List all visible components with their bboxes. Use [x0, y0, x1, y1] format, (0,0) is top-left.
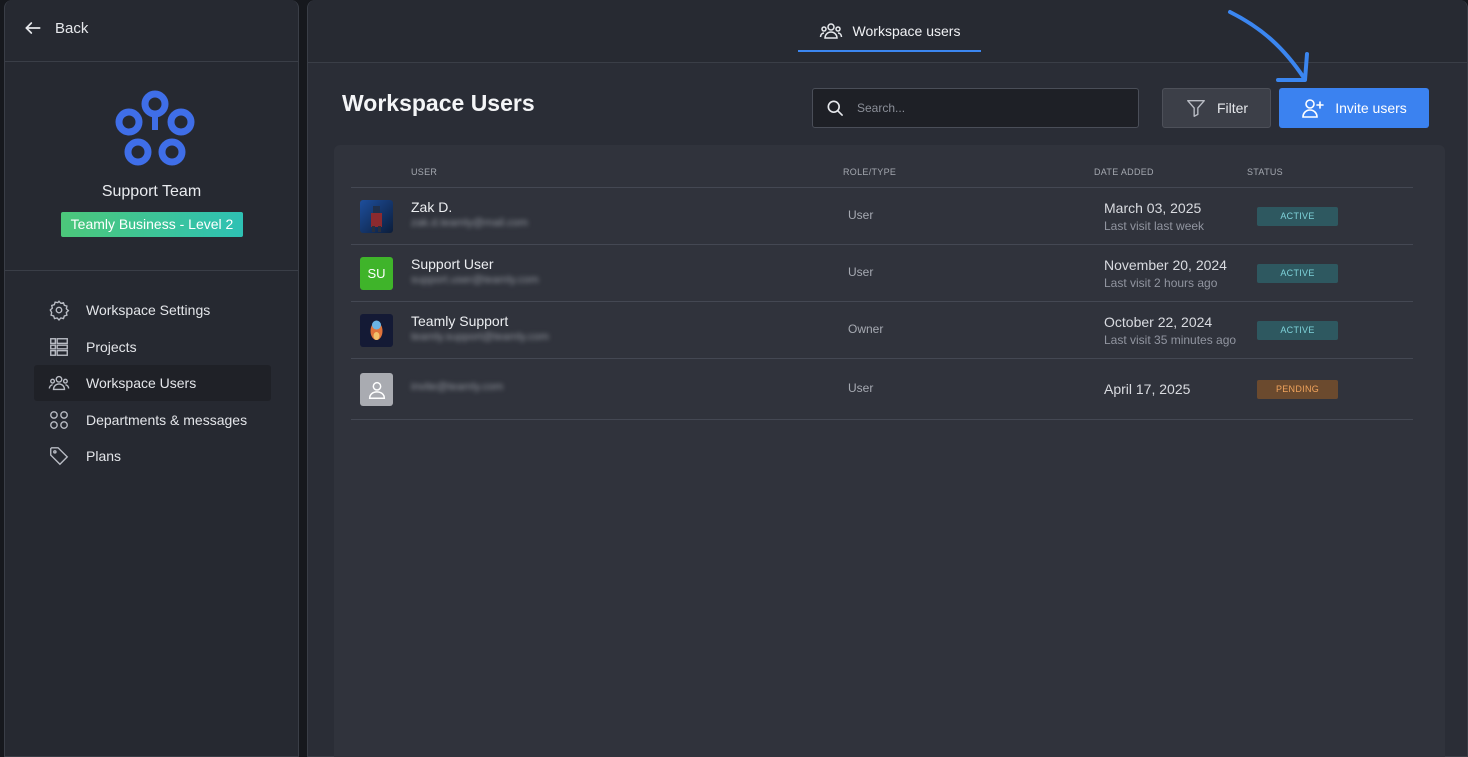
back-label: Back: [55, 19, 89, 37]
column-header-user[interactable]: USER: [411, 167, 437, 177]
last-visit: Last visit 2 hours ago: [1104, 276, 1218, 290]
divider: [5, 270, 298, 271]
user-role: User: [848, 265, 874, 279]
tab-label: Workspace users: [852, 23, 961, 39]
avatar-initials: SU: [367, 266, 386, 281]
back-button[interactable]: Back: [23, 18, 88, 38]
main-panel: Workspace users Workspace Users Filter I…: [307, 0, 1468, 757]
page-title: Workspace Users: [342, 90, 535, 116]
status-badge: PENDING: [1257, 380, 1338, 399]
status-badge: ACTIVE: [1257, 321, 1338, 340]
divider: [5, 61, 298, 62]
users-icon: [48, 376, 70, 391]
table-row[interactable]: invite@teamly.com User April 17, 2025 PE…: [351, 359, 1413, 420]
tag-icon: [50, 447, 69, 466]
column-header-date[interactable]: DATE ADDED: [1094, 167, 1154, 177]
grid-icon: [50, 410, 68, 429]
avatar: [360, 200, 393, 233]
sidebar: Back Support Team Teamly Business - Leve…: [4, 0, 299, 757]
sidebar-item-plans[interactable]: Plans: [34, 438, 271, 474]
avatar: [360, 314, 393, 347]
column-header-status[interactable]: STATUS: [1247, 167, 1283, 177]
sidebar-item-departments[interactable]: Departments & messages: [34, 402, 271, 438]
avatar: SU: [360, 257, 393, 290]
search-box[interactable]: [812, 88, 1139, 128]
users-table: USER ROLE/TYPE DATE ADDED STATUS Zak D. …: [334, 145, 1445, 757]
filter-label: Filter: [1216, 100, 1249, 116]
user-email: zak.d.teamly@mail.com: [411, 217, 528, 229]
sidebar-item-workspace-settings[interactable]: Workspace Settings: [34, 292, 271, 328]
user-email: teamly.support@teamly.com: [411, 331, 549, 343]
last-visit: Last visit last week: [1104, 219, 1205, 233]
user-role: Owner: [848, 322, 884, 336]
sidebar-item-workspace-users[interactable]: Workspace Users: [34, 365, 271, 402]
table-row[interactable]: Teamly Support teamly.support@teamly.com…: [351, 302, 1413, 359]
search-icon: [827, 100, 843, 116]
user-name: Zak D.: [411, 199, 453, 215]
date-added: March 03, 2025: [1104, 200, 1202, 216]
date-added: November 20, 2024: [1104, 257, 1227, 273]
gear-icon: [49, 300, 70, 321]
user-email: support.user@teamly.com: [411, 274, 539, 286]
users-icon: [819, 23, 842, 39]
filter-button[interactable]: Filter: [1162, 88, 1271, 128]
search-input[interactable]: [857, 101, 1117, 115]
plan-badge: Teamly Business - Level 2: [61, 212, 243, 237]
list-icon: [50, 337, 68, 356]
annotation-arrow-icon: [1228, 10, 1309, 82]
sidebar-nav: Workspace Settings Projects Workspace Us…: [34, 292, 271, 475]
arrow-left-icon: [25, 22, 41, 34]
status-badge: ACTIVE: [1257, 207, 1338, 226]
user-name: Teamly Support: [411, 313, 509, 329]
sidebar-item-projects[interactable]: Projects: [34, 329, 271, 365]
column-header-role[interactable]: ROLE/TYPE: [843, 167, 896, 177]
invite-label: Invite users: [1335, 100, 1407, 116]
sidebar-item-label: Projects: [86, 338, 137, 355]
date-added: October 22, 2024: [1104, 314, 1213, 330]
workspace-logo: [115, 90, 195, 166]
tab-workspace-users[interactable]: Workspace users: [798, 12, 981, 52]
sidebar-item-label: Workspace Users: [86, 375, 197, 392]
date-added: April 17, 2025: [1104, 381, 1191, 397]
user-name: Support User: [411, 256, 494, 272]
user-role: User: [848, 381, 874, 395]
sidebar-item-label: Plans: [86, 448, 122, 465]
user-role: User: [848, 208, 874, 222]
table-header: USER ROLE/TYPE DATE ADDED STATUS: [351, 163, 1413, 188]
user-email: invite@teamly.com: [411, 381, 504, 393]
table-row[interactable]: Zak D. zak.d.teamly@mail.com User March …: [351, 188, 1413, 245]
add-user-icon: [1302, 99, 1325, 118]
avatar: [360, 373, 393, 406]
status-badge: ACTIVE: [1257, 264, 1338, 283]
user-placeholder-icon: [368, 381, 385, 399]
team-name: Support Team: [101, 183, 202, 200]
sidebar-item-label: Departments & messages: [86, 411, 248, 428]
last-visit: Last visit 35 minutes ago: [1104, 333, 1237, 347]
table-row[interactable]: SU Support User support.user@teamly.com …: [351, 245, 1413, 302]
invite-users-button[interactable]: Invite users: [1279, 88, 1429, 128]
sidebar-item-label: Workspace Settings: [86, 302, 211, 318]
filter-icon: [1187, 99, 1205, 117]
